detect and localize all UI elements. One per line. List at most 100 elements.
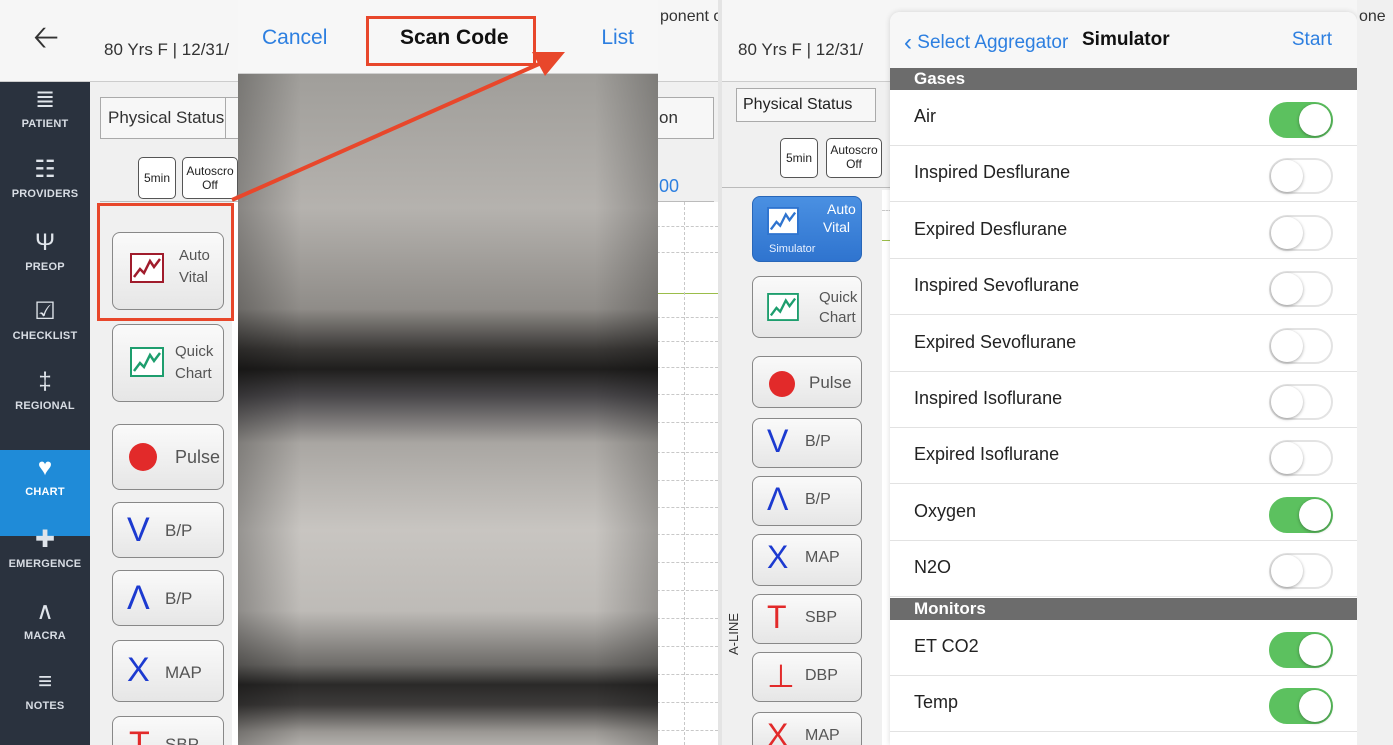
toggle-switch[interactable] [1269,440,1333,477]
sidebar-item-label: PROVIDERS [11,188,79,200]
sidebar-item-label: CHECKLIST [12,330,78,342]
stethoscope-icon: Ψ [34,229,56,256]
toggle-switch[interactable] [1269,102,1333,138]
tool-label1: Auto [827,201,856,217]
toggle-knob [1271,160,1303,193]
toggle-switch[interactable] [1269,688,1333,724]
toggle-switch[interactable] [1269,214,1333,251]
right-autoscroll-button[interactable]: Autoscro Off [826,138,882,178]
right-tool-button-2[interactable]: Pulse [752,356,862,408]
plus-box-icon: ✚ [34,526,56,553]
simulator-row: ET CO2 [890,620,1357,676]
right-tool-button-0[interactable]: Auto Vital Simulator [752,196,862,262]
right-tool-button-6[interactable]: T SBP [752,594,862,644]
sidebar-item-patient[interactable]: ≣ PATIENT [0,82,90,158]
sidebar-item-notes[interactable]: ≡ NOTES [0,664,90,740]
bp-down-label: B/P [165,521,193,540]
select-aggregator-button[interactable]: ‹ Select Aggregator [904,29,1068,57]
back-arrow-icon[interactable]: 🡠 [33,15,59,69]
bp-down-button[interactable]: V B/P [112,502,224,558]
sidebar-item-checklist[interactable]: ☑ CHECKLIST [0,294,90,370]
right-autoscroll-label: Autoscro [830,143,878,157]
cancel-button[interactable]: Cancel [262,26,327,50]
toggle-switch[interactable] [1269,384,1333,420]
quick-chart-label2: Chart [175,365,212,382]
sidebar-item-providers[interactable]: ☷ PROVIDERS [0,152,90,228]
toggle-knob [1271,273,1303,306]
sidebar-item-emergence[interactable]: ✚ EMERGENCE [0,522,90,598]
simulator-row: Inspired Sevoflurane [890,259,1357,316]
scan-title-highlight [366,16,536,66]
toggle-knob [1271,329,1303,362]
map-x-icon: X [127,651,150,689]
sbp-button[interactable]: T SBP [112,716,224,745]
simulator-sub-label: Simulator [769,243,816,255]
autoscroll-button[interactable]: Autoscro Off [182,157,238,199]
simulator-row: Inspired Isoflurane [890,372,1357,428]
sidebar-item-label: MACRA [24,630,66,642]
notes-icon: ≡ [37,668,52,695]
toggle-knob [1299,498,1331,531]
tool-glyph-icon: Λ [767,481,789,517]
pulse-line-icon: ∧ [36,598,54,625]
physical-status-tab[interactable]: Physical Status [104,98,226,138]
sidebar-item-macra[interactable]: ∧ MACRA [0,594,90,670]
toggle-switch[interactable] [1269,158,1333,195]
sidebar-item-regional[interactable]: ‡ REGIONAL [0,364,90,440]
start-button[interactable]: Start [1292,29,1332,51]
tool-glyph-icon: X [767,539,789,575]
right-edge-fragment: one [1359,8,1386,25]
tool-label2: Vital [823,219,850,235]
pulse-button[interactable]: Pulse [112,424,224,490]
toggle-switch[interactable] [1269,553,1333,590]
simulator-row-label: Air [914,106,936,126]
people-icon: ☷ [34,156,56,183]
toggle-switch[interactable] [1269,327,1333,364]
sidebar-item-preop[interactable]: Ψ PREOP [0,225,90,301]
simulator-row-label: Oxygen [914,500,977,521]
simulator-row-label: Inspired Desflurane [914,162,1071,183]
simulator-row: Expired Sevoflurane [890,316,1357,372]
simulator-row-label: Temp [914,692,959,712]
gases-header: Gases [890,68,1357,90]
right-tool-button-3[interactable]: V B/P [752,418,862,468]
header-fragment: ponent o [660,8,718,25]
tool-label1: Pulse [809,373,852,392]
right-tool-button-5[interactable]: X MAP [752,534,862,586]
toggle-knob [1271,442,1303,475]
right-tool-button-8[interactable]: X MAP [752,712,862,745]
right-tool-button-4[interactable]: Λ B/P [752,476,862,526]
clipboard-icon: ≣ [34,86,56,113]
pulse-dot-icon [769,371,795,397]
right-physical-status-tab[interactable]: Physical Status [736,88,876,122]
simulator-row-label: Inspired Isoflurane [914,388,1063,408]
toggle-switch[interactable] [1269,271,1333,308]
sidebar-item-label: CHART [25,486,65,498]
tool-label1: B/P [805,491,831,508]
toggle-knob [1271,216,1303,249]
right-five-min-button[interactable]: 5min [780,138,818,178]
tool-glyph-icon: T [767,599,787,635]
heart-pulse-icon: ♥ [37,454,53,481]
sbp-label: SBP [165,735,200,745]
simulator-row-label: Expired Sevoflurane [914,331,1077,352]
quick-chart-button[interactable]: Quick Chart [112,324,224,402]
select-aggregator-label: Select Aggregator [917,32,1069,53]
toggle-knob [1299,104,1331,136]
five-min-button[interactable]: 5min [138,157,176,199]
right-edge-strip: one [1357,0,1393,745]
tool-glyph-icon: V [767,423,789,459]
right-tool-button-7[interactable]: ⊥ DBP [752,652,862,702]
toggle-switch[interactable] [1269,631,1333,668]
list-button[interactable]: List [601,26,634,50]
simulator-title: Simulator [1082,29,1170,50]
quick-chart-icon [767,293,799,321]
map-label: MAP [165,663,202,682]
bp-up-icon: Λ [127,579,150,617]
tool-label1: SBP [805,609,838,626]
map-button[interactable]: X MAP [112,640,224,702]
right-tool-button-1[interactable]: Quick Chart [752,276,862,338]
chevron-left-icon: ‹ [904,29,912,56]
bp-up-button[interactable]: Λ B/P [112,570,224,626]
toggle-switch[interactable] [1269,496,1333,533]
